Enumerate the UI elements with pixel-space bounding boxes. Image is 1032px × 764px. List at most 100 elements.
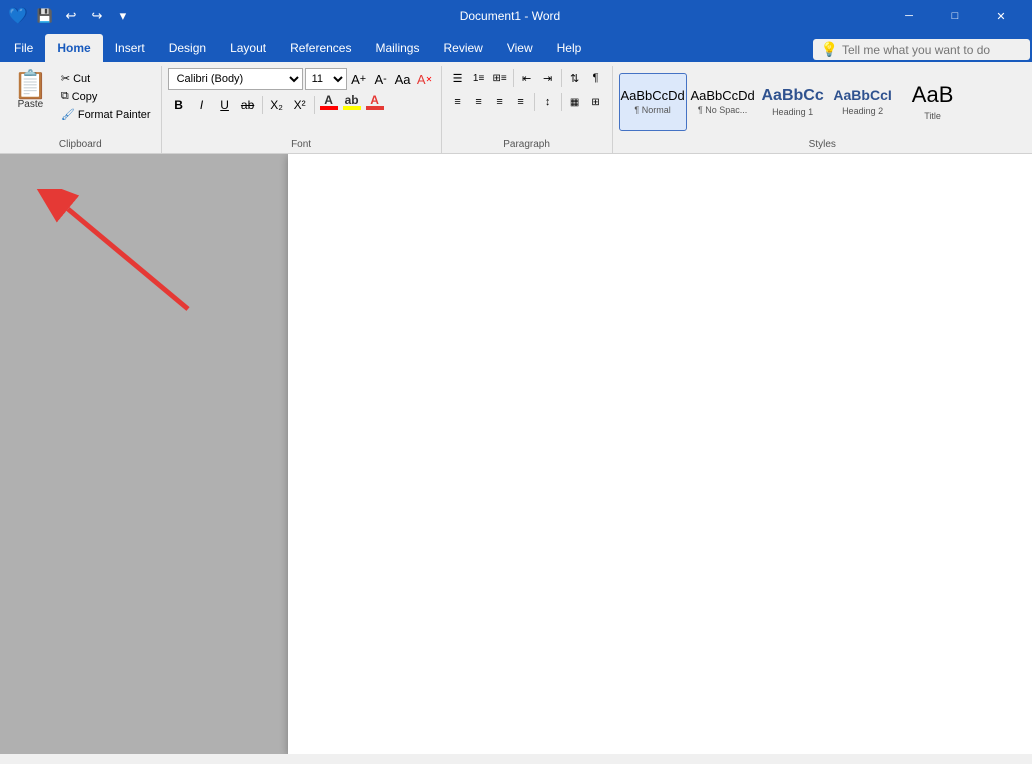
decrease-indent-button[interactable]: ⇤: [517, 68, 537, 88]
format-painter-button[interactable]: 🖌 Format Painter: [57, 106, 155, 123]
close-button[interactable]: ✕: [978, 0, 1024, 32]
minimize-button[interactable]: ─: [886, 0, 932, 32]
redo-button[interactable]: ↪: [86, 5, 108, 27]
underline-button[interactable]: U: [214, 94, 236, 116]
format-painter-icon: 🖌: [61, 108, 75, 121]
paragraph-group-label: Paragraph: [446, 137, 608, 153]
justify-button[interactable]: ≡: [511, 92, 531, 112]
document-page[interactable]: [288, 154, 1032, 754]
style-heading2[interactable]: AaBbCcI Heading 2: [829, 73, 897, 131]
font-group: Calibri (Body) 11 A+ A- Aa A✕ B I U ab X…: [162, 66, 442, 153]
styles-group-label: Styles: [617, 137, 1028, 153]
tab-file[interactable]: File: [2, 34, 45, 62]
increase-indent-button[interactable]: ⇥: [538, 68, 558, 88]
tab-help[interactable]: Help: [545, 34, 594, 62]
cut-icon: ✂: [61, 72, 70, 85]
separator-1: [262, 96, 263, 114]
bold-button[interactable]: B: [168, 94, 190, 116]
style-title[interactable]: AaB Title: [899, 73, 967, 131]
document-title: Document1 - Word: [460, 9, 560, 23]
numbering-button[interactable]: 1≡: [469, 68, 489, 88]
tab-mailings[interactable]: Mailings: [363, 34, 431, 62]
save-button[interactable]: 💾: [34, 5, 56, 27]
paste-icon: 📋: [13, 71, 48, 99]
tab-review[interactable]: Review: [431, 34, 494, 62]
clipboard-group-label: Clipboard: [4, 137, 157, 153]
styles-group: AaBbCcDd ¶ Normal AaBbCcDd ¶ No Spac... …: [613, 66, 1032, 153]
tab-home[interactable]: Home: [45, 34, 102, 62]
tab-view[interactable]: View: [495, 34, 545, 62]
style-nospace-preview: AaBbCcDd: [690, 88, 754, 104]
paste-label: Paste: [18, 99, 44, 110]
copy-label: Copy: [72, 91, 98, 103]
strikethrough-button[interactable]: ab: [237, 94, 259, 116]
customize-quick-access-button[interactable]: ▾: [112, 5, 134, 27]
italic-button[interactable]: I: [191, 94, 213, 116]
quick-access-toolbar: 💾 ↩ ↪ ▾: [34, 5, 134, 27]
decrease-font-size-button[interactable]: A-: [371, 69, 391, 89]
shading-button[interactable]: ▦: [565, 92, 585, 112]
font-size-select[interactable]: 11: [305, 68, 347, 90]
align-right-button[interactable]: ≡: [490, 92, 510, 112]
left-margin: [0, 154, 288, 754]
copy-button[interactable]: ⧉ Copy: [57, 88, 155, 105]
change-case-button[interactable]: Aa: [393, 69, 413, 89]
separator-2: [314, 96, 315, 114]
style-h1-name: Heading 1: [772, 107, 813, 117]
style-normal[interactable]: AaBbCcDd ¶ Normal: [619, 73, 687, 131]
align-left-button[interactable]: ≡: [448, 92, 468, 112]
separator-para-1: [513, 69, 514, 87]
separator-para-3: [534, 93, 535, 111]
tab-layout[interactable]: Layout: [218, 34, 278, 62]
line-spacing-button[interactable]: ↕: [538, 92, 558, 112]
restore-button[interactable]: □: [932, 0, 978, 32]
style-title-name: Title: [924, 111, 941, 121]
sort-button[interactable]: ⇅: [565, 68, 585, 88]
clear-formatting-button[interactable]: A✕: [415, 69, 435, 89]
style-h2-preview: AaBbCcI: [833, 87, 891, 104]
search-bar: 💡: [813, 39, 1030, 60]
borders-button[interactable]: ⊞: [586, 92, 606, 112]
word-icon: 💙: [8, 6, 28, 26]
style-normal-preview: AaBbCcDd: [620, 88, 684, 104]
style-title-preview: AaB: [912, 82, 954, 108]
undo-button[interactable]: ↩: [60, 5, 82, 27]
style-heading1[interactable]: AaBbCc Heading 1: [759, 73, 827, 131]
paragraph-group: ☰ 1≡ ⊞≡ ⇤ ⇥ ⇅ ¶ ≡ ≡ ≡ ≡ ↕ ▦ ⊞: [442, 66, 613, 153]
font-name-select[interactable]: Calibri (Body): [168, 68, 303, 90]
ribbon-toolbar: 📋 Paste ✂ Cut ⧉ Copy 🖌 Format Painter Cl…: [0, 62, 1032, 154]
text-color-button[interactable]: A: [318, 94, 340, 116]
format-painter-label: Format Painter: [78, 109, 151, 121]
font-group-label: Font: [166, 137, 437, 153]
clipboard-group: 📋 Paste ✂ Cut ⧉ Copy 🖌 Format Painter Cl…: [0, 66, 162, 153]
cut-label: Cut: [73, 73, 90, 85]
subscript-button[interactable]: X₂: [266, 94, 288, 116]
show-hide-button[interactable]: ¶: [586, 68, 606, 88]
title-bar-left: 💙 💾 ↩ ↪ ▾: [8, 5, 134, 27]
ribbon-tabs: File Home Insert Design Layout Reference…: [0, 32, 1032, 62]
font-color-button[interactable]: A: [364, 94, 386, 116]
style-no-spacing[interactable]: AaBbCcDd ¶ No Spac...: [689, 73, 757, 131]
increase-font-size-button[interactable]: A+: [349, 69, 369, 89]
lightbulb-icon: 💡: [821, 41, 838, 58]
tab-insert[interactable]: Insert: [103, 34, 157, 62]
copy-icon: ⧉: [61, 90, 69, 103]
style-h2-name: Heading 2: [842, 106, 883, 116]
style-normal-name: ¶ Normal: [634, 105, 670, 115]
search-input[interactable]: [842, 43, 1022, 57]
clipboard-secondary-buttons: ✂ Cut ⧉ Copy 🖌 Format Painter: [57, 68, 155, 123]
tab-references[interactable]: References: [278, 34, 363, 62]
tab-design[interactable]: Design: [157, 34, 218, 62]
highlight-color-button[interactable]: ab: [341, 94, 363, 116]
cut-button[interactable]: ✂ Cut: [57, 70, 155, 87]
paste-button[interactable]: 📋 Paste: [6, 68, 55, 113]
style-nospace-name: ¶ No Spac...: [698, 105, 747, 115]
separator-para-2: [561, 69, 562, 87]
style-h1-preview: AaBbCc: [761, 86, 823, 105]
align-center-button[interactable]: ≡: [469, 92, 489, 112]
separator-para-4: [561, 93, 562, 111]
window-controls: ─ □ ✕: [886, 0, 1024, 32]
multilevel-list-button[interactable]: ⊞≡: [490, 68, 510, 88]
superscript-button[interactable]: X²: [289, 94, 311, 116]
bullets-button[interactable]: ☰: [448, 68, 468, 88]
